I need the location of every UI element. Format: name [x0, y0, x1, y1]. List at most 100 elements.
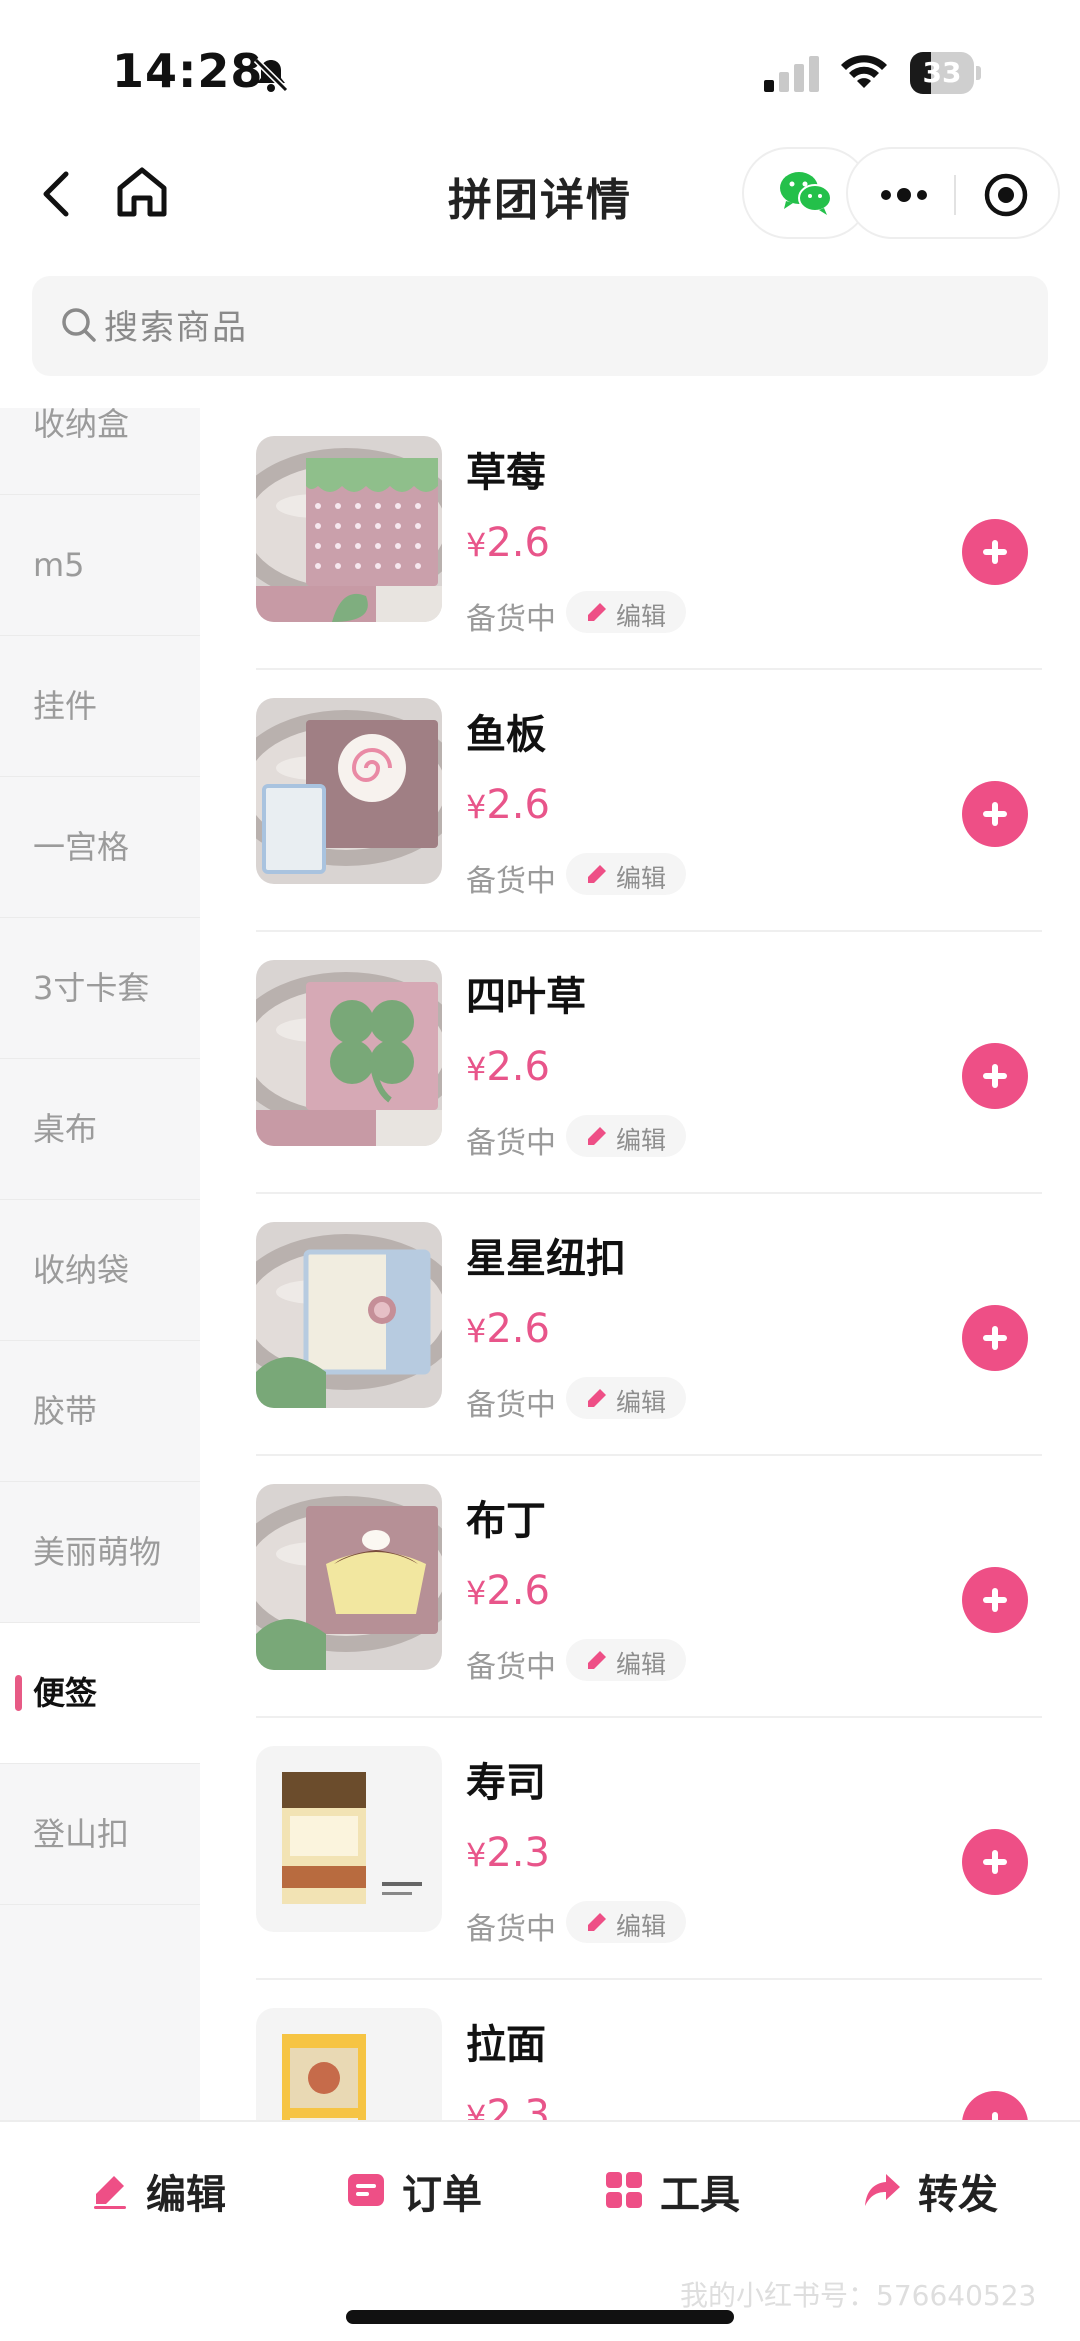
edit-product-button[interactable]: 编辑 — [566, 1639, 686, 1681]
product-thumbnail-image — [256, 2008, 442, 2120]
sidebar-item[interactable]: 一宫格 — [0, 777, 200, 918]
add-to-cart-button[interactable] — [962, 2091, 1028, 2120]
tab-edit-label: 编辑 — [146, 2172, 226, 2218]
stock-status: 备货中 — [466, 1126, 556, 1161]
sidebar-item-label: 胶带 — [33, 1392, 98, 1430]
product-thumbnail[interactable] — [256, 2008, 442, 2120]
edit-product-button[interactable]: 编辑 — [566, 1901, 686, 1943]
battery-text: 33 — [922, 56, 962, 89]
stock-status: 备货中 — [466, 864, 556, 899]
product-name: 四叶草 — [466, 974, 586, 1020]
sidebar-item[interactable]: 便签 — [0, 1623, 200, 1764]
product-thumbnail[interactable] — [256, 1484, 442, 1670]
search-placeholder: 搜索商品 — [104, 308, 248, 348]
product-row[interactable]: 星星纽扣 ¥2.6 备货中 编辑 — [200, 1194, 1080, 1456]
pencil-icon — [94, 2176, 126, 2209]
order-icon — [348, 2174, 384, 2206]
product-thumbnail-image — [256, 1484, 442, 1670]
product-row[interactable]: 拉面¥2.3备货中编辑 — [200, 1980, 1080, 2120]
product-thumbnail[interactable] — [256, 1222, 442, 1408]
tab-share-label: 转发 — [918, 2172, 998, 2218]
edit-label: 编辑 — [616, 602, 667, 631]
product-row[interactable]: 四叶草 ¥2.6 备货中 编辑 — [200, 932, 1080, 1194]
currency-symbol: ¥ — [466, 1836, 487, 1874]
active-indicator — [15, 1675, 22, 1711]
wifi-icon — [841, 55, 887, 88]
sidebar-item[interactable]: 登山扣 — [0, 1764, 200, 1905]
price-value: 2.3 — [486, 1830, 550, 1876]
sidebar-item-label: 美丽萌物 — [33, 1533, 162, 1571]
battery-indicator: 33 — [910, 52, 982, 94]
category-sidebar: 收纳盒 m5 挂件一宫格 3寸卡套桌布收纳袋胶带美丽萌物便签登山扣 — [0, 408, 200, 2120]
sidebar-item-label: 便签 — [33, 1674, 98, 1712]
sidebar-item-label: 登山扣 — [33, 1815, 130, 1853]
add-to-cart-button[interactable] — [962, 1829, 1028, 1895]
product-row[interactable]: 鱼板 ¥2.6 备货中 编辑 — [200, 670, 1080, 932]
product-thumbnail-image — [256, 1746, 442, 1932]
sidebar-item-label: 挂件 — [33, 687, 98, 725]
product-price: ¥2.6 — [466, 520, 550, 566]
sidebar-item[interactable]: 3寸卡套 — [0, 918, 200, 1059]
pencil-icon — [588, 1651, 606, 1669]
currency-symbol: ¥ — [466, 2098, 487, 2120]
product-row[interactable]: 草莓 ¥2.6 备货中 编辑 — [200, 408, 1080, 670]
product-thumbnail[interactable] — [256, 436, 442, 622]
plus-icon — [983, 540, 1007, 564]
product-thumbnail-image — [256, 436, 442, 622]
product-thumbnail[interactable] — [256, 698, 442, 884]
sidebar-item[interactable]: m5 — [0, 495, 200, 636]
sidebar-item-label: 收纳袋 — [33, 1251, 130, 1289]
add-to-cart-button[interactable] — [962, 781, 1028, 847]
stock-status: 备货中 — [466, 1650, 556, 1685]
close-target-icon[interactable] — [982, 171, 1030, 219]
product-row[interactable]: 布丁 ¥2.6 备货中 编辑 — [200, 1456, 1080, 1718]
add-to-cart-button[interactable] — [962, 1305, 1028, 1371]
sidebar-item-label: 桌布 — [33, 1110, 98, 1148]
home-indicator — [346, 2310, 734, 2324]
plus-icon — [983, 1064, 1007, 1088]
currency-symbol: ¥ — [466, 788, 487, 826]
sidebar-item[interactable]: 桌布 — [0, 1059, 200, 1200]
product-thumbnail-image — [256, 960, 442, 1146]
status-time: 14:28 — [112, 44, 264, 98]
sidebar-item[interactable]: 挂件 — [0, 636, 200, 777]
sidebar-item[interactable]: 收纳盒 — [0, 408, 200, 495]
product-thumbnail[interactable] — [256, 1746, 442, 1932]
product-price: ¥2.3 — [466, 1830, 550, 1876]
add-to-cart-button[interactable] — [962, 519, 1028, 585]
product-thumbnail-image — [256, 698, 442, 884]
search-input[interactable]: 搜索商品 — [32, 276, 1048, 376]
add-to-cart-button[interactable] — [962, 1567, 1028, 1633]
product-name: 星星纽扣 — [466, 1236, 626, 1282]
edit-product-button[interactable]: 编辑 — [566, 1115, 686, 1157]
sidebar-item[interactable]: 美丽萌物 — [0, 1482, 200, 1623]
add-to-cart-button[interactable] — [962, 1043, 1028, 1109]
status-bar: 14:28 33 — [0, 0, 1080, 140]
sidebar-item-label: m5 — [33, 546, 85, 584]
product-price: ¥2.6 — [466, 782, 550, 828]
mini-program-capsule — [846, 147, 1060, 239]
product-thumbnail-image — [256, 1222, 442, 1408]
price-value: 2.6 — [486, 1306, 550, 1352]
product-price: ¥2.6 — [466, 1044, 550, 1090]
edit-label: 编辑 — [616, 1650, 667, 1679]
sidebar-item[interactable]: 胶带 — [0, 1341, 200, 1482]
edit-product-button[interactable]: 编辑 — [566, 591, 686, 633]
more-icon[interactable] — [874, 175, 934, 215]
edit-product-button[interactable]: 编辑 — [566, 1377, 686, 1419]
product-thumbnail[interactable] — [256, 960, 442, 1146]
plus-icon — [983, 802, 1007, 826]
search-icon — [62, 308, 96, 342]
price-value: 2.6 — [486, 1568, 550, 1614]
plus-icon — [983, 1850, 1007, 1874]
currency-symbol: ¥ — [466, 526, 487, 564]
product-row[interactable]: 寿司 ¥2.3 备货中 编辑 — [200, 1718, 1080, 1980]
bottom-toolbar: 编辑 订单 工具 转发 我的小红书号：576640523 — [0, 2120, 1080, 2341]
product-name: 草莓 — [466, 450, 546, 496]
pencil-icon — [588, 865, 606, 883]
currency-symbol: ¥ — [466, 1050, 487, 1088]
sidebar-item[interactable]: 收纳袋 — [0, 1200, 200, 1341]
edit-label: 编辑 — [616, 1912, 667, 1941]
edit-label: 编辑 — [616, 864, 667, 893]
edit-product-button[interactable]: 编辑 — [566, 853, 686, 895]
